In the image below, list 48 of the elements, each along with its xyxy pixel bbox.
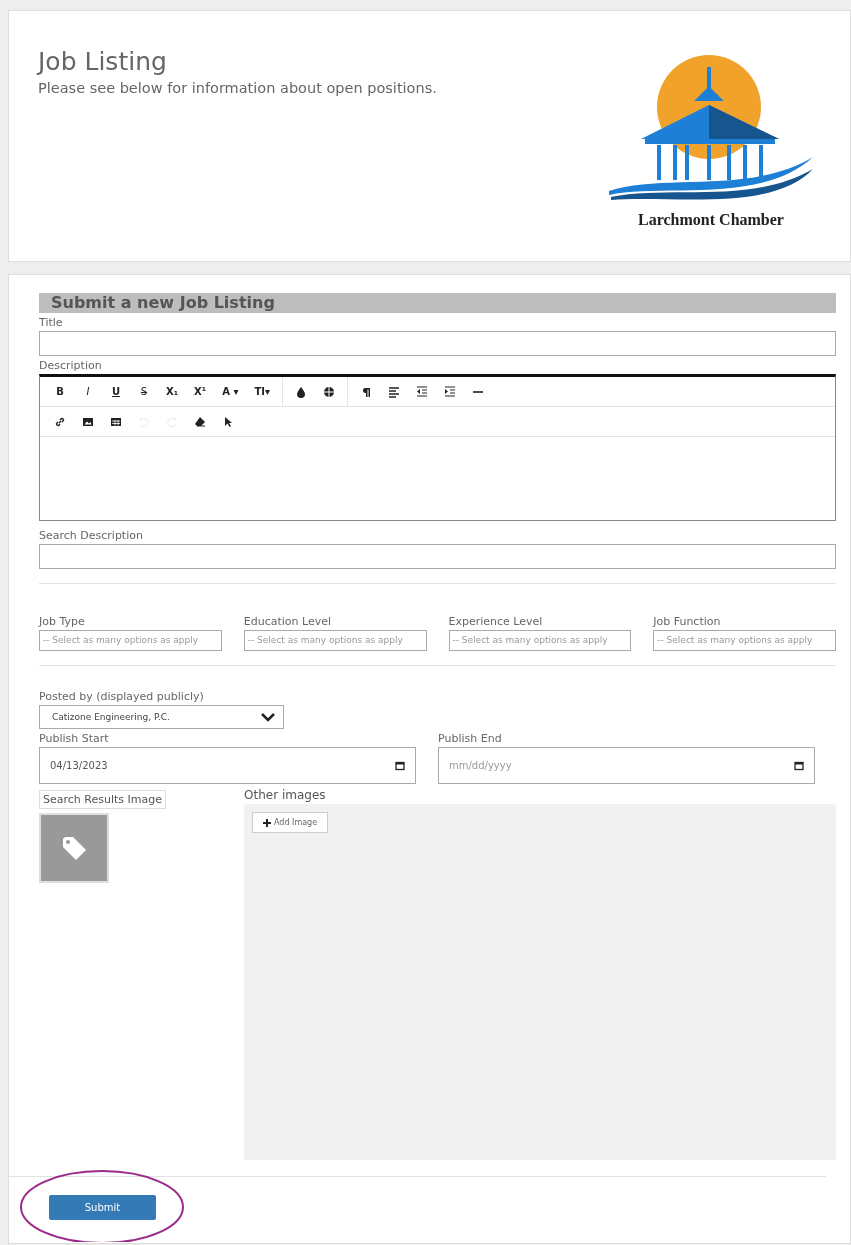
format-button[interactable]: A ▾ [222,385,239,398]
field-label: Posted by (displayed publicly) [39,690,205,703]
page-subtitle: Please see below for information about open positions. [38,80,437,96]
field-label: Publish End [438,732,503,745]
field-label: Job Function [653,615,722,628]
plus-icon [263,818,271,827]
format-button[interactable]: X¹ [194,385,207,398]
submit-button[interactable]: Submit [49,1195,156,1220]
image-placeholder[interactable] [39,813,109,883]
link-icon[interactable] [54,415,66,428]
outdent-icon[interactable] [416,385,428,398]
format-button[interactable]: B [54,385,66,398]
field-label: Publish Start [39,732,110,745]
search-description-field[interactable] [39,544,836,569]
calendar-icon[interactable] [794,760,804,771]
format-button[interactable]: X₁ [166,385,179,398]
posted-by-select[interactable]: Catizone Engineering, P.C. [39,705,284,729]
format-button[interactable]: TI▾ [254,385,270,398]
field-label: Job Type [39,615,86,628]
pointer-icon[interactable] [222,415,234,428]
logo-text: Larchmont Chamber [638,211,784,229]
drop-icon[interactable] [295,385,307,398]
field-label: Description [39,359,103,372]
tag-icon [61,835,87,861]
section-heading: Submit a new Job Listing [39,293,836,313]
table-icon[interactable] [110,415,122,428]
title-field[interactable] [39,331,836,356]
field-label: Title [39,316,64,329]
image-icon[interactable] [82,415,94,428]
chevron-down-icon [261,712,275,722]
field-label: Experience Level [448,615,544,628]
format-button[interactable]: I [82,385,94,398]
globe-icon[interactable] [323,385,335,398]
date-field[interactable]: 04/13/2023 [39,747,416,784]
paragraph-icon[interactable] [360,385,372,398]
page-title: Job Listing [38,47,168,76]
calendar-icon[interactable] [395,760,405,771]
image-label: Search Results Image [39,790,166,809]
field-label: Education Level [243,615,333,628]
rich-text-editor[interactable]: B I U S X₁ X¹ A ▾ TI▾ [39,374,836,521]
field-label: Search Description [39,529,144,542]
field-label: Other images [244,788,327,802]
eraser-icon[interactable] [194,415,206,428]
format-button[interactable]: S [138,385,150,398]
format-button[interactable]: U [110,385,122,398]
indent-icon[interactable] [444,385,456,398]
align-icon[interactable] [388,385,400,398]
add-image-button[interactable]: Add Image [252,812,329,833]
